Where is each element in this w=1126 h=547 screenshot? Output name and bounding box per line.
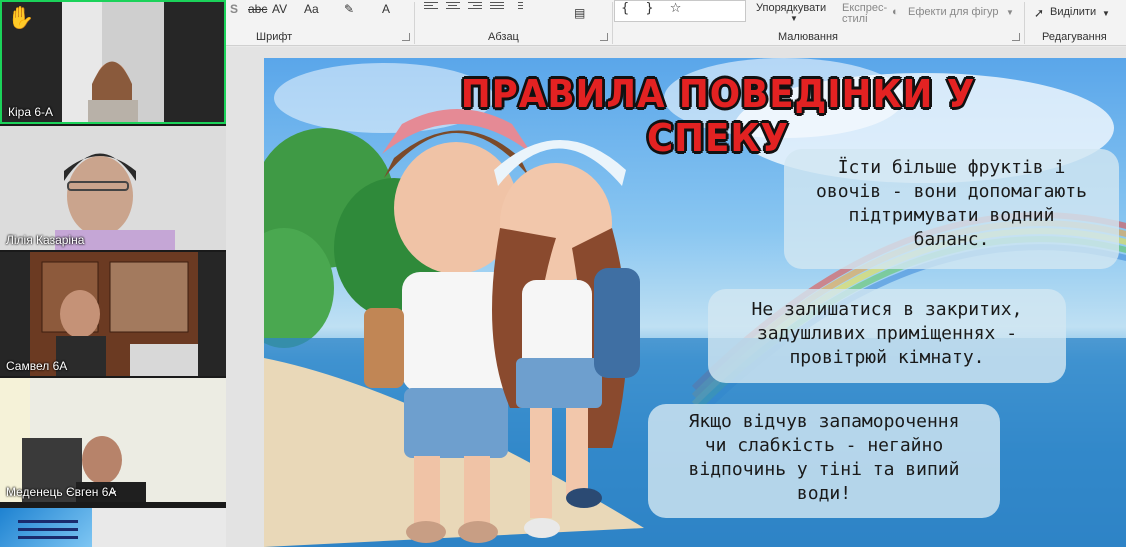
tip-text-line: Їсти більше фруктів і [837,157,1066,178]
shape-effects-dropdown-icon[interactable]: ▼ [1006,8,1014,17]
quick-styles-button-line2: стилі [842,13,868,25]
shapes-glyphs: { } ☆ [621,1,688,16]
shape-effects-icon: ◐ [892,6,899,18]
participant-tile[interactable]: Лілія Казаріна [0,126,226,250]
select-dropdown-icon[interactable]: ▼ [1102,9,1110,18]
tip-text-line: овочів - вони допомагають [816,181,1087,202]
thumbnail-text-line [18,520,78,523]
tip-text-line: баланс. [913,229,990,250]
paragraph-dialog-launcher-icon[interactable] [600,33,608,41]
tip-card[interactable]: Якщо відчув запаморочення чи слабкість -… [648,404,1000,518]
divider [1024,2,1025,44]
character-spacing-button[interactable]: AV [272,2,287,16]
ribbon-toolbar: S abc AV Aa ✎ A Шрифт Абзац ▤ { } ☆ Упор… [226,0,1126,46]
slide-editing-area: ПРАВИЛА ПОВЕДІНКИ У СПЕКУ Їсти більше фр… [226,47,1126,547]
justify-icon[interactable] [490,2,504,11]
thumbnail-text-line [18,536,78,539]
shadow-button[interactable]: S [230,2,238,16]
chevron-down-icon[interactable]: ⌄ [104,482,122,498]
participant-name: Кіра 6-А [8,105,54,119]
select-button[interactable]: Виділити [1050,6,1096,18]
tip-text-line: задушливих приміщеннях - [756,323,1018,344]
cursor-arrow-icon: ➚ [1034,6,1045,20]
arrange-button[interactable]: Упорядкувати [756,2,826,14]
strikethrough-button[interactable]: abc [248,2,267,16]
group-label-editing: Редагування [1042,31,1107,43]
divider [414,2,415,44]
raised-hand-icon: ✋ [7,6,35,31]
thumbnail-text-line [18,528,78,531]
participant-video [62,2,164,122]
tip-text-line: води! [796,483,852,504]
participant-tile[interactable]: Самвел 6А [0,252,226,376]
tip-text-line: чи слабкість - негайно [704,435,944,456]
group-label-drawing: Малювання [778,31,839,43]
tip-text-line: провітрюй кімнату. [789,347,985,368]
divider [612,2,613,44]
participant-name: Лілія Казаріна [6,233,85,247]
slide-thumbnail[interactable] [0,508,92,547]
video-gallery: ✋ Кіра 6-А Лілія Казаріна Самвел 6А Меде… [0,0,226,508]
tip-card[interactable]: Їсти більше фруктів і овочів - вони допо… [784,149,1119,269]
participant-video [0,126,226,250]
group-label-paragraph: Абзац [488,31,519,43]
columns-icon[interactable] [518,2,532,11]
font-dialog-launcher-icon[interactable] [402,33,410,41]
participant-name: Меденець Євген 6А [6,485,117,499]
tip-text-line: відпочинь у тіні та випий [688,459,960,480]
align-center-icon[interactable] [446,2,460,11]
slide-canvas[interactable]: ПРАВИЛА ПОВЕДІНКИ У СПЕКУ Їсти більше фр… [264,58,1126,547]
arrange-dropdown-icon[interactable]: ▼ [790,14,798,23]
align-right-icon[interactable] [468,2,482,11]
participant-tile[interactable]: ✋ Кіра 6-А [0,0,226,124]
participant-video [30,252,198,376]
text-direction-icon[interactable]: ▤ [574,6,585,20]
group-label-font: Шрифт [256,31,293,43]
font-color-button[interactable]: A [382,2,390,16]
tip-text-line: Не залишатися в закритих, [751,299,1023,320]
align-left-icon[interactable] [424,2,438,11]
shapes-gallery[interactable]: { } ☆ [614,0,746,22]
shape-effects-button[interactable]: Ефекти для фігур [908,6,999,18]
highlight-pen-icon[interactable]: ✎ [344,2,354,16]
tip-text-line: підтримувати водний [848,205,1055,226]
tip-text-line: Якщо відчув запаморочення [688,411,960,432]
change-case-button[interactable]: Aa [304,2,319,16]
participant-name: Самвел 6А [6,359,68,373]
tip-card[interactable]: Не залишатися в закритих, задушливих при… [708,289,1066,383]
drawing-dialog-launcher-icon[interactable] [1012,33,1020,41]
participant-tile[interactable]: Меденець Євген 6А ⌄ [0,378,226,502]
slide-title[interactable]: ПРАВИЛА ПОВЕДІНКИ У СПЕКУ [389,72,1047,160]
